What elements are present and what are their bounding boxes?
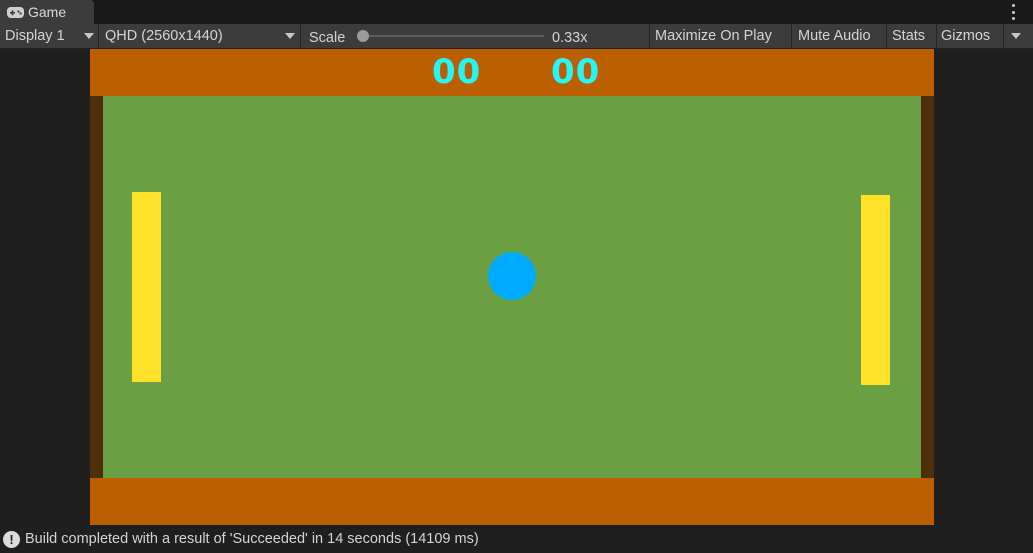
scale-slider-track[interactable] <box>364 35 544 37</box>
top-wall <box>90 49 934 96</box>
more-options-icon[interactable] <box>1011 4 1015 20</box>
tab-bar: Game <box>0 0 1033 24</box>
stats-label: Stats <box>892 28 926 44</box>
unity-game-view: Game Display 1 QHD (2560x1440) Scale 0.3… <box>0 0 1033 553</box>
right-paddle <box>861 195 890 385</box>
game-render: 00 00 <box>90 49 934 525</box>
stats-toggle[interactable]: Stats <box>887 24 936 48</box>
gizmos-label: Gizmos <box>941 28 991 44</box>
mute-audio-toggle[interactable]: Mute Audio <box>792 24 886 48</box>
chevron-down-icon <box>1011 33 1021 39</box>
status-bar: ! Build completed with a result of 'Succ… <box>0 525 1033 553</box>
chevron-down-icon <box>285 33 295 39</box>
ball <box>488 252 536 300</box>
maximize-label: Maximize On Play <box>655 28 772 44</box>
left-paddle <box>132 192 161 382</box>
score-left: 00 <box>432 52 482 92</box>
scale-slider-handle[interactable] <box>357 30 369 42</box>
scale-label: Scale <box>309 30 346 46</box>
resolution-label: QHD (2560x1440) <box>105 28 223 44</box>
bottom-wall <box>90 478 934 525</box>
status-message[interactable]: Build completed with a result of 'Succee… <box>25 531 479 547</box>
right-wall <box>921 96 934 478</box>
left-wall <box>90 96 103 478</box>
mute-label: Mute Audio <box>798 28 871 44</box>
game-viewport[interactable]: 00 00 <box>0 49 1033 525</box>
gamepad-icon <box>7 6 24 18</box>
scale-value: 0.33x <box>552 30 588 46</box>
resolution-dropdown[interactable]: QHD (2560x1440) <box>99 24 300 48</box>
tab-game[interactable]: Game <box>0 0 94 24</box>
game-toolbar: Display 1 QHD (2560x1440) Scale 0.33x Ma… <box>0 24 1033 49</box>
info-icon: ! <box>3 530 20 548</box>
display-label: Display 1 <box>5 28 65 44</box>
maximize-on-play-toggle[interactable]: Maximize On Play <box>650 24 791 48</box>
tab-title: Game <box>28 4 67 20</box>
score-right: 00 <box>551 52 601 92</box>
display-dropdown[interactable]: Display 1 <box>0 24 98 48</box>
gizmos-toggle[interactable]: Gizmos <box>937 24 1003 48</box>
chevron-down-icon <box>84 33 94 39</box>
gizmos-dropdown[interactable] <box>1004 24 1033 48</box>
